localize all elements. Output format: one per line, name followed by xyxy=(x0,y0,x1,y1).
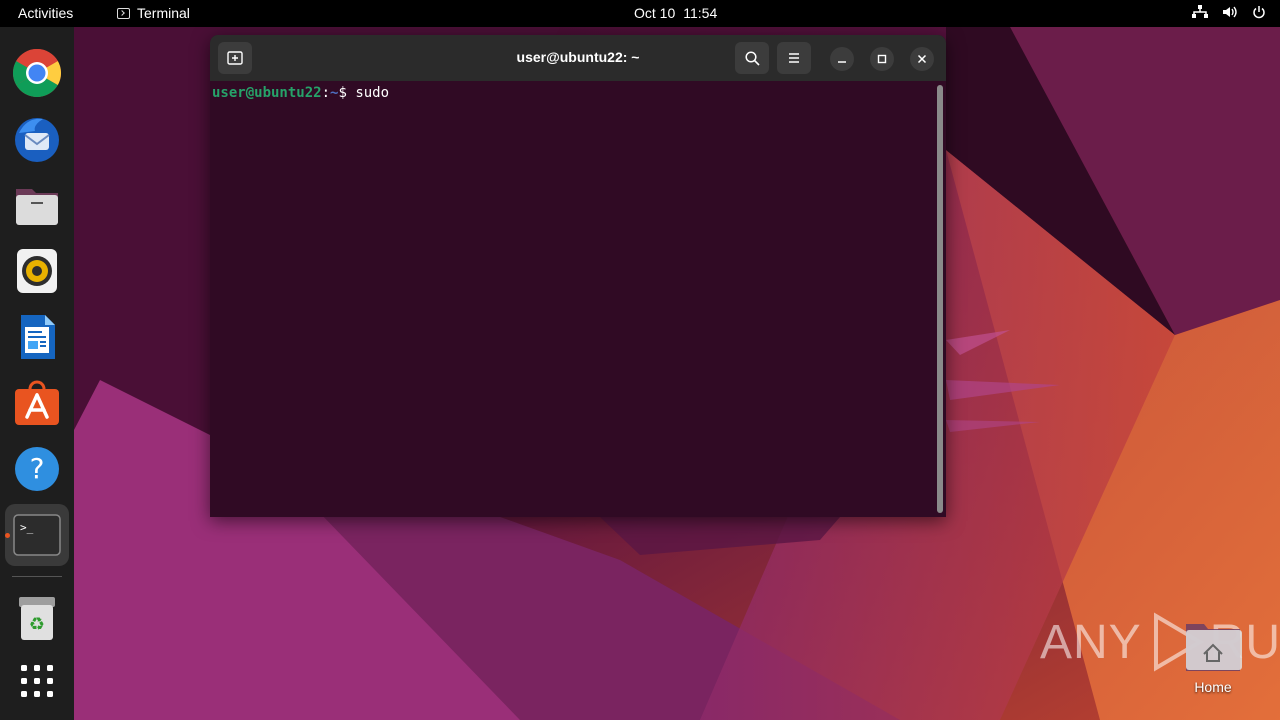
home-folder[interactable]: Home xyxy=(1184,616,1242,696)
prompt-symbol: $ xyxy=(338,85,356,101)
search-icon xyxy=(744,50,760,66)
maximize-icon xyxy=(877,54,887,64)
terminal-dock-item[interactable]: >_ xyxy=(5,504,69,566)
help-icon[interactable]: ? xyxy=(13,445,61,493)
dock-separator xyxy=(12,576,62,577)
clock[interactable]: Oct 10 11:54 xyxy=(634,5,717,21)
app-menu-terminal[interactable]: Terminal xyxy=(117,5,190,21)
chrome-icon[interactable] xyxy=(12,48,62,98)
power-icon[interactable] xyxy=(1252,5,1266,19)
app-center-icon[interactable] xyxy=(13,379,61,427)
files-icon[interactable] xyxy=(13,181,61,229)
close-button[interactable] xyxy=(910,47,934,71)
watermark: ANY RUN xyxy=(1040,612,1280,672)
writer-icon[interactable] xyxy=(13,313,61,361)
top-bar: Activities Terminal Oct 10 11:54 xyxy=(0,0,1280,27)
home-folder-icon xyxy=(1186,624,1242,671)
rhythmbox-icon[interactable] xyxy=(13,247,61,295)
svg-text:♻: ♻ xyxy=(29,614,45,635)
hamburger-icon xyxy=(789,53,799,63)
activities-button[interactable]: Activities xyxy=(18,5,73,21)
clock-time: 11:54 xyxy=(683,5,718,21)
minimize-icon xyxy=(838,61,846,63)
network-icon[interactable] xyxy=(1192,5,1208,19)
dock: ? >_ ♻ xyxy=(0,27,74,720)
terminal-scrollbar[interactable] xyxy=(937,85,943,513)
close-icon xyxy=(917,54,927,64)
terminal-content[interactable]: user@ubuntu22:~$ sudo xyxy=(210,81,946,517)
running-indicator xyxy=(5,533,10,538)
app-grid-icon[interactable] xyxy=(13,657,61,705)
command-input[interactable]: sudo xyxy=(355,85,389,101)
svg-text:>_: >_ xyxy=(20,521,34,534)
trash-icon[interactable]: ♻ xyxy=(13,594,61,642)
system-tray[interactable] xyxy=(1192,5,1266,19)
home-folder-label: Home xyxy=(1194,679,1232,695)
maximize-button[interactable] xyxy=(870,47,894,71)
thunderbird-icon[interactable] xyxy=(13,115,61,163)
prompt-separator: : xyxy=(321,85,331,101)
prompt-user: user@ubuntu22 xyxy=(212,85,322,101)
watermark-text-left: ANY xyxy=(1040,615,1142,669)
menu-button[interactable] xyxy=(777,42,811,74)
terminal-window[interactable]: user@ubuntu22: ~ user@ubuntu22:~$ sudo xyxy=(210,35,946,517)
clock-date: Oct 10 xyxy=(634,5,676,21)
prompt-line: user@ubuntu22:~$ sudo xyxy=(212,85,389,101)
search-button[interactable] xyxy=(735,42,769,74)
app-menu-label: Terminal xyxy=(137,5,190,21)
terminal-headerbar[interactable]: user@ubuntu22: ~ xyxy=(210,35,946,81)
terminal-small-icon xyxy=(117,7,130,19)
minimize-button[interactable] xyxy=(830,47,854,71)
terminal-icon: >_ xyxy=(13,514,61,556)
svg-text:?: ? xyxy=(30,452,45,485)
volume-icon[interactable] xyxy=(1222,5,1238,19)
